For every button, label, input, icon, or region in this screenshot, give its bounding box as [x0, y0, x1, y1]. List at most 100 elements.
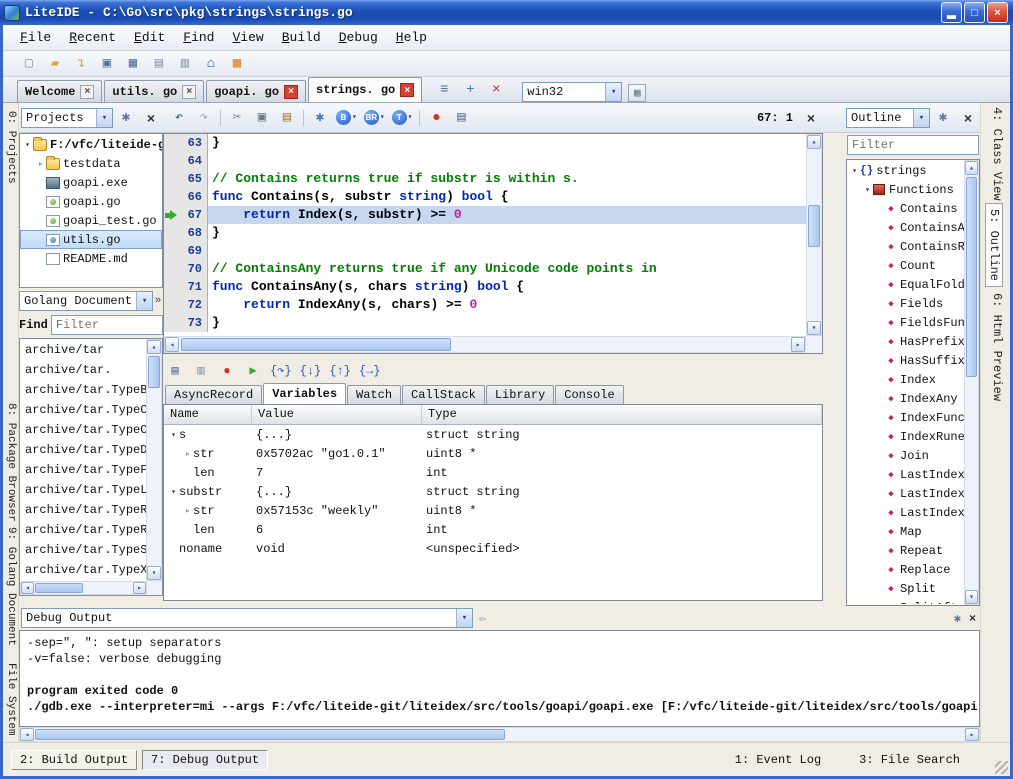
- build-run-button[interactable]: BR▾: [361, 107, 388, 129]
- side-tab-5-outline[interactable]: 5: Outline: [985, 203, 1003, 287]
- chevron-down-icon[interactable]: ▾: [136, 292, 152, 310]
- code-line[interactable]: [208, 242, 806, 260]
- tab-strings-go[interactable]: strings. go×: [308, 77, 422, 102]
- outline-item[interactable]: ◆HasPrefix: [848, 332, 964, 351]
- editor-hscrollbar[interactable]: ◂ ▸: [164, 336, 806, 353]
- expanded-expander-icon[interactable]: ▾: [22, 140, 33, 150]
- doc-list-item[interactable]: archive/tar.TypeFifo: [21, 460, 147, 480]
- side-tab-8-package-browser[interactable]: 8: Package Browser: [5, 403, 17, 522]
- tab-goapi-go[interactable]: goapi. go×: [206, 80, 306, 102]
- export-output-icon[interactable]: ▤: [449, 107, 473, 129]
- outline-item[interactable]: ◆SplitAfter: [848, 598, 964, 604]
- collapsed-expander-icon[interactable]: ▹: [35, 159, 46, 169]
- doc-list-item[interactable]: archive/tar.TypeRegA: [21, 520, 147, 540]
- column-header-value[interactable]: Value: [252, 405, 422, 424]
- undo-icon[interactable]: ↶: [167, 107, 191, 129]
- gutter-cell[interactable]: 66: [164, 188, 208, 206]
- open-file-icon[interactable]: ▰: [43, 53, 67, 75]
- tab-close-icon[interactable]: ×: [182, 85, 196, 99]
- column-header-type[interactable]: Type: [422, 405, 822, 424]
- doc-list-hscrollbar[interactable]: ◂ ▸: [20, 581, 147, 595]
- home-icon[interactable]: ⌂: [199, 53, 223, 75]
- editor-vscrollbar[interactable]: ▴ ▾: [806, 134, 822, 336]
- outline-close-button[interactable]: ×: [956, 107, 980, 129]
- outline-item[interactable]: ◆FieldsFunc: [848, 313, 964, 332]
- side-tab-file-system[interactable]: File System: [5, 663, 17, 736]
- debug-tab-console[interactable]: Console: [555, 385, 623, 404]
- minimize-button[interactable]: ▂: [941, 2, 962, 23]
- scroll-left-icon[interactable]: ◂: [20, 728, 34, 741]
- paste-icon[interactable]: ▤: [275, 107, 299, 129]
- tab-utils-go[interactable]: utils. go×: [104, 80, 204, 102]
- debug-tab-callstack[interactable]: CallStack: [402, 385, 485, 404]
- doc-mode-select[interactable]: Golang Document ▾: [19, 291, 153, 311]
- outline-item[interactable]: ◆Join: [848, 446, 964, 465]
- clear-output-icon[interactable]: ✏: [479, 611, 487, 626]
- outline-item[interactable]: ◆ContainsRune: [848, 237, 964, 256]
- gutter-cell[interactable]: 70: [164, 260, 208, 278]
- side-tab-6-html-preview[interactable]: 6: Html Preview: [990, 293, 1004, 401]
- overflow-chevrons-icon[interactable]: »: [153, 291, 163, 311]
- projects-menu-button[interactable]: ✱: [114, 107, 138, 129]
- variable-row[interactable]: ▹str0x57153c "weekly"uint8 *: [164, 501, 822, 520]
- export-icon[interactable]: ▤: [147, 53, 171, 75]
- doc-list-item[interactable]: archive/tar.TypeCont: [21, 420, 147, 440]
- editor-close-button[interactable]: ×: [799, 107, 823, 129]
- menu-item-view[interactable]: View: [223, 27, 272, 48]
- chevron-down-icon[interactable]: ▾: [913, 109, 929, 127]
- doc-list-item[interactable]: archive/tar.TypeDir: [21, 440, 147, 460]
- outline-item[interactable]: ◆IndexRune: [848, 427, 964, 446]
- doc-list-item[interactable]: archive/tar.TypeLink: [21, 480, 147, 500]
- redo-icon[interactable]: ↷: [192, 107, 216, 129]
- chevron-down-icon[interactable]: ▾: [605, 83, 621, 101]
- doc-filter-input[interactable]: [51, 315, 163, 335]
- scroll-right-icon[interactable]: ▸: [133, 582, 146, 594]
- outline-filter-input[interactable]: [847, 135, 979, 155]
- stop-debug-icon[interactable]: ●: [215, 360, 239, 382]
- build-target-select[interactable]: win32 ▾: [522, 82, 622, 102]
- step-over-icon[interactable]: {↷}: [267, 360, 295, 382]
- step-out-icon[interactable]: {↑}: [326, 360, 354, 382]
- outline-item[interactable]: ◆Contains: [848, 199, 964, 218]
- outline-item[interactable]: ◆ContainsAny: [848, 218, 964, 237]
- build-button[interactable]: B▾: [333, 107, 360, 129]
- output-text[interactable]: -sep=", ": setup separators-v=false: ver…: [19, 630, 980, 727]
- scroll-left-icon[interactable]: ◂: [21, 582, 34, 594]
- plugins-icon[interactable]: ▩: [225, 53, 249, 75]
- session-icon[interactable]: ▥: [173, 53, 197, 75]
- gutter-cell[interactable]: 65: [164, 170, 208, 188]
- scroll-down-icon[interactable]: ▾: [807, 321, 821, 335]
- tab-list-icon[interactable]: ≡: [432, 79, 456, 101]
- gutter-cell[interactable]: 63: [164, 134, 208, 152]
- scroll-right-icon[interactable]: ▸: [791, 337, 805, 352]
- debug-tab-variables[interactable]: Variables: [263, 383, 346, 404]
- doc-list-hscroll-thumb[interactable]: [35, 583, 83, 593]
- doc-list-item[interactable]: archive/tar.TypeReg: [21, 500, 147, 520]
- expanded-expander-icon[interactable]: ▾: [849, 166, 860, 176]
- close-icon[interactable]: ×: [969, 611, 976, 625]
- gutter-cell[interactable]: 68: [164, 224, 208, 242]
- gutter-cell[interactable]: 67: [164, 206, 208, 224]
- gutter-cell[interactable]: 72: [164, 296, 208, 314]
- outline-menu-button[interactable]: ✱: [931, 107, 955, 129]
- menu-item-edit[interactable]: Edit: [125, 27, 174, 48]
- expanded-expander-icon[interactable]: ▾: [168, 487, 179, 497]
- doc-list-vscrollbar[interactable]: ▴ ▾: [146, 339, 162, 581]
- outline-item[interactable]: ◆Map: [848, 522, 964, 541]
- variable-row[interactable]: ▹str0x5702ac "go1.0.1"uint8 *: [164, 444, 822, 463]
- project-tree-item[interactable]: goapi.exe: [20, 173, 162, 192]
- scroll-up-icon[interactable]: ▴: [147, 340, 161, 354]
- variable-row[interactable]: ▾substr{...}struct string: [164, 482, 822, 501]
- project-tree-item[interactable]: utils.go: [20, 230, 162, 249]
- project-tree-item[interactable]: README.md: [20, 249, 162, 268]
- tab-close-icon[interactable]: ×: [400, 83, 414, 97]
- outline-item[interactable]: ◆Count: [848, 256, 964, 275]
- side-tab-4-class-view[interactable]: 4: Class View: [990, 107, 1004, 201]
- menu-item-help[interactable]: Help: [387, 27, 436, 48]
- tab-welcome[interactable]: Welcome×: [17, 80, 102, 102]
- test-button[interactable]: T▾: [389, 107, 416, 129]
- status-button-2-build-output[interactable]: 2: Build Output: [11, 750, 137, 770]
- outline-item[interactable]: ▾{}strings: [848, 161, 964, 180]
- side-tab-9-golang-document[interactable]: 9: Golang Document: [5, 527, 17, 646]
- close-split-icon[interactable]: ×: [484, 79, 508, 101]
